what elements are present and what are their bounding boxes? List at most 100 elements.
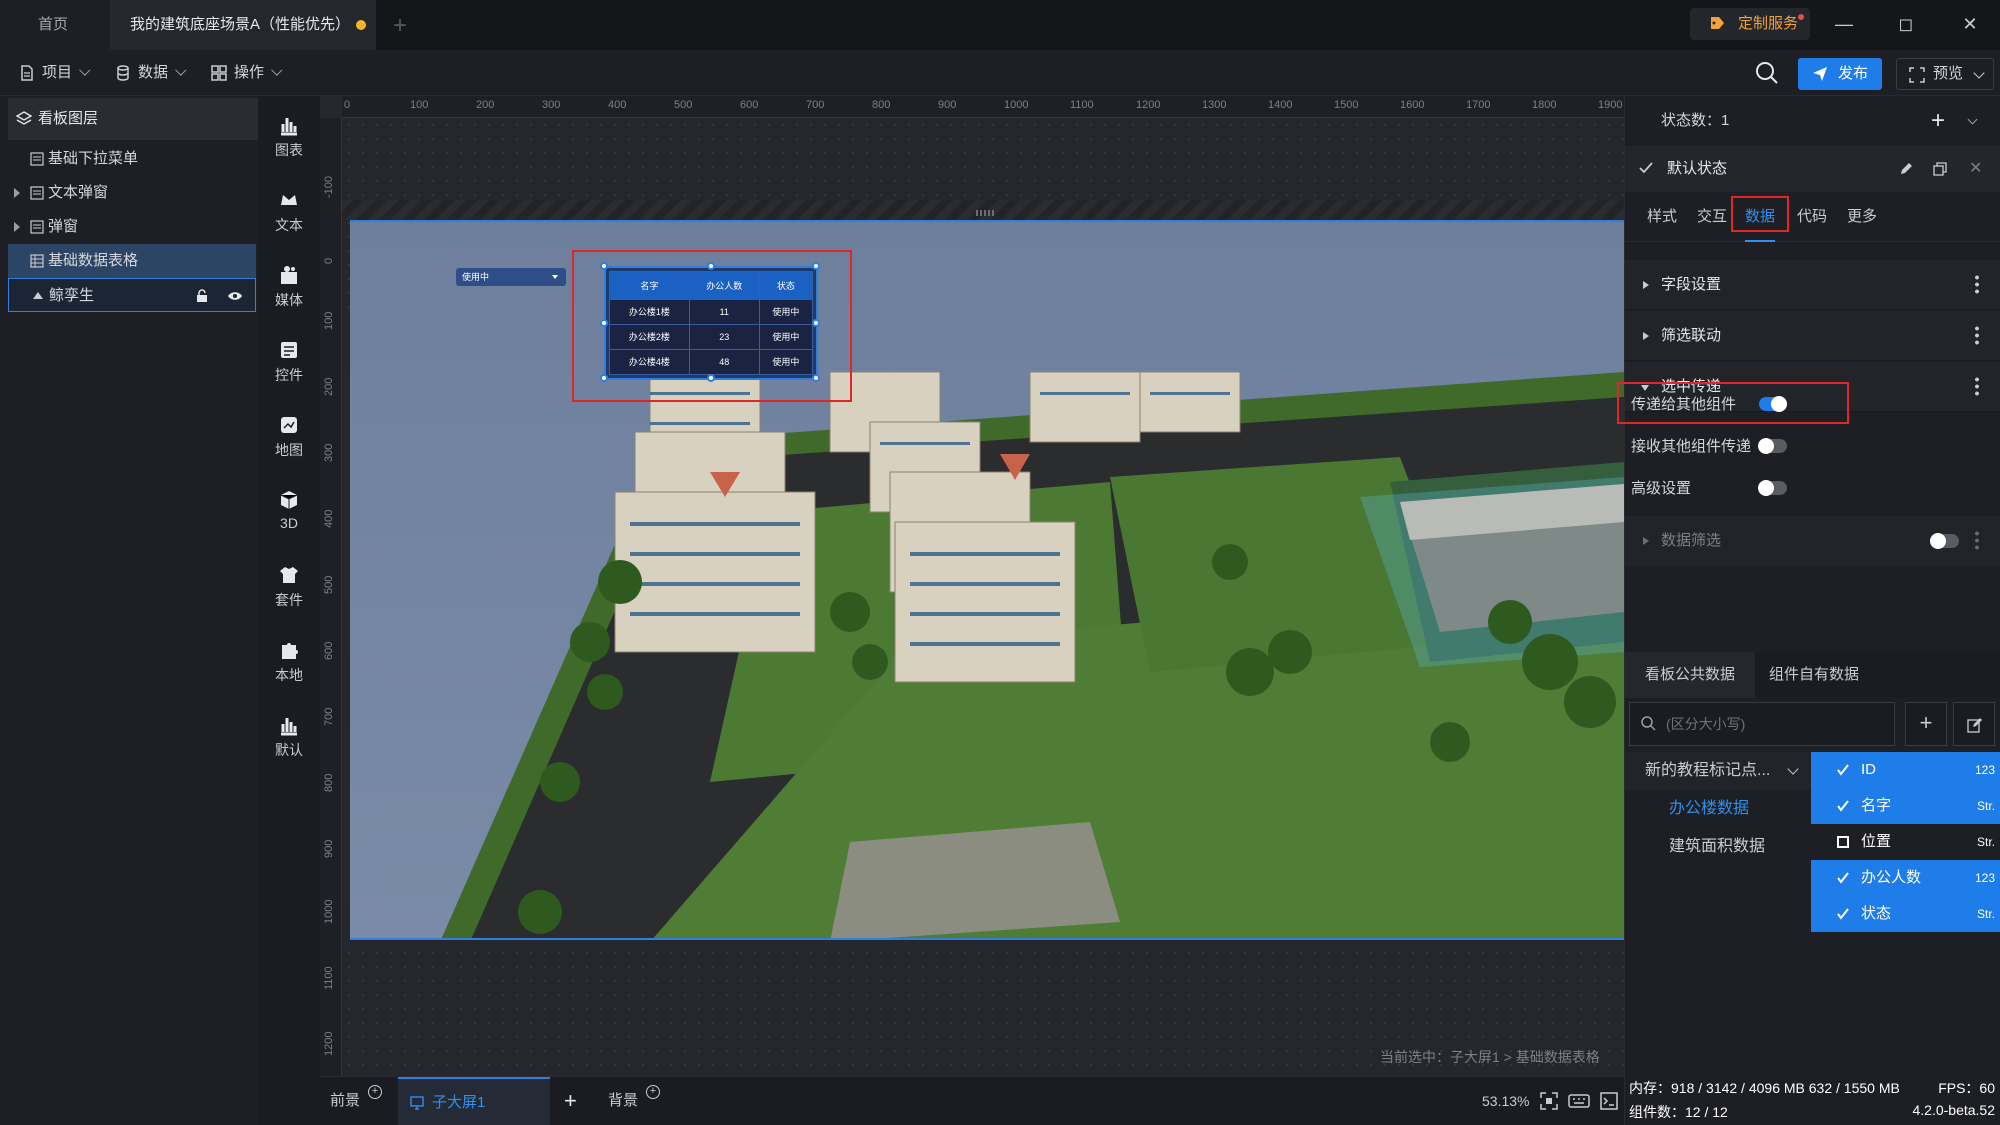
section-data-filter[interactable]: 数据筛选 [1625, 516, 2000, 566]
resize-handle[interactable] [812, 374, 820, 382]
edit-icon[interactable] [1899, 162, 1913, 176]
unlock-icon[interactable] [195, 289, 209, 303]
menu-project-label: 项目 [42, 64, 73, 81]
layer-item[interactable]: 鲸孪生 [8, 278, 256, 312]
dataset-list: 新的教程标记点... 办公楼数据 建筑面积数据 ID 123 名字 Str. 位置 S… [1625, 752, 2000, 1122]
add-circle-icon[interactable]: + [646, 1085, 660, 1099]
menu-project[interactable]: 项目 [18, 50, 91, 96]
chevron-down-icon[interactable] [1787, 763, 1799, 775]
advanced-toggle[interactable] [1758, 480, 1787, 496]
copy-icon[interactable] [1933, 162, 1947, 176]
chevron-down-icon[interactable] [1967, 114, 1978, 125]
custom-service-button[interactable]: 定制服务 [1690, 8, 1810, 40]
tab-background[interactable]: 背景 + [608, 1077, 660, 1125]
resize-handle[interactable] [976, 210, 996, 216]
dataset-search-input[interactable]: (区分大小写) [1629, 702, 1895, 746]
ruler-tick: 600 [323, 641, 335, 660]
section-filter-link[interactable]: 筛选联动 [1625, 311, 2000, 361]
default-state-row[interactable]: 默认状态 ✕ [1625, 146, 2000, 192]
layer-item[interactable]: 弹窗 [8, 210, 256, 244]
field-item[interactable]: 状态 Str. [1811, 896, 2000, 932]
more-vertical-icon[interactable] [1975, 325, 1979, 345]
resize-handle[interactable] [812, 319, 820, 327]
menu-operate[interactable]: 操作 [210, 50, 283, 96]
publish-button[interactable]: 发布 [1798, 58, 1882, 90]
tab-scene[interactable]: 我的建筑底座场景A（性能优先） [110, 0, 376, 50]
resize-handle[interactable] [707, 374, 715, 382]
expand-arrow-icon[interactable] [14, 222, 20, 232]
expand-arrow-icon[interactable] [14, 188, 20, 198]
table-row[interactable]: 办公楼4楼 48 使用中 [609, 348, 814, 376]
resize-handle[interactable] [812, 262, 820, 270]
layer-item-selected[interactable]: 基础数据表格 [8, 244, 256, 278]
more-vertical-icon[interactable] [1975, 530, 1979, 550]
title-bar: 首页 我的建筑底座场景A（性能优先） + 定制服务 — ◻ ✕ [0, 0, 2000, 50]
more-vertical-icon[interactable] [1975, 274, 1979, 294]
add-circle-icon[interactable]: + [368, 1085, 382, 1099]
add-state-button[interactable]: + [1931, 96, 1945, 146]
comp-media[interactable]: 媒体 [258, 258, 320, 318]
tab-home[interactable]: 首页 [0, 0, 110, 50]
search-icon[interactable] [1754, 60, 1780, 86]
table-row[interactable]: 办公楼1楼 11 使用中 [609, 298, 814, 325]
field-item[interactable]: ID 123 [1811, 752, 2000, 788]
receive-toggle[interactable] [1758, 438, 1787, 454]
table-row[interactable]: 办公楼2楼 23 使用中 [609, 323, 814, 350]
comp-chart[interactable]: 图表 [258, 108, 320, 168]
add-dataset-button[interactable]: + [1905, 702, 1947, 746]
layer-label: 文本弹窗 [48, 184, 109, 201]
fit-screen-icon[interactable] [1540, 1092, 1558, 1110]
zoom-level[interactable]: 53.13% [1482, 1077, 1529, 1125]
dataset-item-selected[interactable]: 办公楼数据 [1625, 790, 1811, 828]
resize-handle[interactable] [707, 262, 715, 270]
maximize-button[interactable]: ◻ [1886, 8, 1926, 40]
keyboard-icon[interactable] [1568, 1092, 1590, 1110]
canvas-area[interactable]: 0 100 200 300 400 500 600 700 800 900 1000 1100 1200… [320, 96, 1624, 1076]
section-title: 数据筛选 [1661, 532, 1722, 549]
terminal-icon[interactable] [1600, 1092, 1618, 1110]
ruler-tick: 500 [323, 575, 335, 594]
resize-handle[interactable] [600, 374, 608, 382]
field-item[interactable]: 名字 Str. [1811, 788, 2000, 824]
comp-3d[interactable]: 3D [258, 483, 320, 543]
field-item[interactable]: 办公人数 123 [1811, 860, 2000, 896]
preview-button[interactable]: 预览 [1896, 58, 1994, 90]
close-button[interactable]: ✕ [1950, 8, 1990, 40]
tag-icon [1711, 17, 1724, 29]
tab-public-data[interactable]: 看板公共数据 [1625, 652, 1755, 698]
minimize-button[interactable]: — [1824, 8, 1864, 40]
tab-style[interactable]: 样式 [1647, 192, 1677, 242]
chevron-down-icon[interactable] [1973, 67, 1985, 79]
tab-interaction[interactable]: 交互 [1697, 192, 1727, 242]
tab-foreground[interactable]: 前景 + [330, 1077, 382, 1125]
dataset-item[interactable]: 新的教程标记点... [1625, 752, 1811, 790]
eye-icon[interactable] [227, 289, 243, 303]
close-icon[interactable]: ✕ [1969, 146, 1982, 192]
add-screen-button[interactable]: + [564, 1077, 577, 1125]
field-item[interactable]: 位置 Str. [1811, 824, 2000, 860]
comp-map[interactable]: 地图 [258, 408, 320, 468]
dropdown-widget[interactable]: 使用中 [456, 268, 566, 286]
tab-own-data[interactable]: 组件自有数据 [1755, 652, 1859, 698]
tab-code[interactable]: 代码 [1797, 192, 1827, 242]
menu-data[interactable]: 数据 [114, 50, 187, 96]
data-table-widget[interactable]: 名字 办公人数 状态 办公楼1楼 11 使用中 办公楼2楼 23 使用中 办公楼… [600, 262, 820, 382]
layer-item[interactable]: 文本弹窗 [8, 176, 256, 210]
resize-handle[interactable] [600, 319, 608, 327]
comp-local[interactable]: 本地 [258, 633, 320, 693]
dataset-item[interactable]: 建筑面积数据 [1625, 828, 1811, 866]
add-tab-button[interactable]: + [393, 12, 407, 40]
comp-default[interactable]: 默认 [258, 708, 320, 768]
scene-viewport[interactable] [350, 220, 1624, 940]
tab-sub-screen[interactable]: 子大屏1 [398, 1077, 550, 1125]
edit-dataset-button[interactable] [1953, 702, 1995, 746]
tab-more[interactable]: 更多 [1847, 192, 1877, 242]
resize-handle[interactable] [600, 262, 608, 270]
bar-chart-icon [281, 718, 297, 736]
comp-text[interactable]: 文本 [258, 183, 320, 243]
section-field-settings[interactable]: 字段设置 [1625, 260, 2000, 310]
layer-item[interactable]: 基础下拉菜单 [8, 142, 256, 176]
comp-kit[interactable]: 套件 [258, 558, 320, 618]
data-filter-toggle[interactable] [1930, 533, 1959, 549]
comp-control[interactable]: 控件 [258, 333, 320, 393]
